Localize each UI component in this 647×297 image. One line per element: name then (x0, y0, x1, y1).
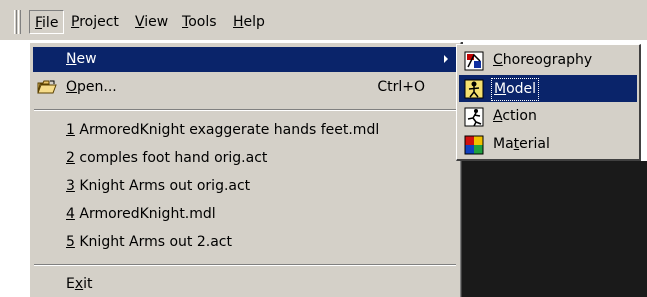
recent-file-item[interactable]: 2 comples foot hand orig.act (33, 146, 457, 171)
submenu-item-choreography[interactable]: Choreography (459, 47, 637, 74)
recent-file-item[interactable]: 3 Knight Arms out orig.act (33, 174, 457, 199)
menu-file[interactable]: File (29, 10, 65, 34)
menu-help-rest: elp (243, 14, 265, 30)
recent-file-number: 5 (66, 234, 75, 250)
choreography-icon (464, 51, 484, 71)
menu-file-accel: F (35, 15, 43, 31)
submenu-item-action[interactable]: Action (459, 103, 637, 130)
submenu-accel: M (494, 81, 507, 97)
submenu-item-model-label: Model (491, 78, 540, 101)
recent-file-item[interactable]: 1 ArmoredKnight exaggerate hands feet.md… (33, 118, 457, 143)
submenu-item-model[interactable]: Model (459, 75, 637, 102)
menu-item-open-label: Open... (66, 79, 117, 95)
toolbar-grip[interactable] (14, 10, 17, 34)
toolbar-grip-2[interactable] (18, 10, 21, 34)
menu-item-exit-label: Exit (66, 276, 93, 292)
recent-file-name: Knight Arms out orig.act (74, 178, 251, 194)
submenu-accel: A (493, 108, 503, 124)
menu-project[interactable]: Project (66, 10, 124, 34)
recent-file-label: 4 ArmoredKnight.mdl (66, 202, 216, 227)
recent-file-label: 5 Knight Arms out 2.act (66, 230, 232, 255)
open-folder-icon (37, 80, 57, 94)
recent-file-label: 1 ArmoredKnight exaggerate hands feet.md… (66, 118, 379, 143)
recent-file-number: 1 (66, 122, 75, 138)
material-icon (464, 135, 484, 155)
menu-project-rest: roject (79, 14, 119, 30)
new-submenu: Choreography Model Action Material (456, 44, 641, 161)
submenu-accel: C (493, 52, 503, 68)
submenu-item-action-label: Action (493, 108, 537, 124)
menu-item-exit[interactable]: Exit (33, 272, 457, 297)
menu-item-open-accel: O (66, 79, 78, 95)
recent-file-number: 2 (66, 150, 75, 166)
menu-view-accel: V (135, 14, 145, 30)
file-menu-dropdown: New Open... Ctrl+O 1 ArmoredKnight exagg… (29, 42, 461, 297)
model-icon (464, 79, 484, 99)
recent-file-name: Knight Arms out 2.act (74, 234, 232, 250)
menu-view-rest: iew (144, 14, 169, 30)
recent-file-name: comples foot hand orig.act (74, 150, 268, 166)
menu-item-new-label: New (66, 51, 97, 67)
menu-item-new-accel: N (66, 51, 77, 67)
recent-file-name: ArmoredKnight exaggerate hands feet.mdl (74, 122, 380, 138)
menu-item-exit-accel: x (74, 276, 84, 292)
menu-tools-rest: ools (188, 14, 217, 30)
recent-file-number: 4 (66, 206, 75, 222)
submenu-arrow-icon (444, 55, 448, 63)
menu-item-open-shortcut: Ctrl+O (377, 79, 425, 95)
recent-file-item[interactable]: 5 Knight Arms out 2.act (33, 230, 457, 255)
menu-project-accel: P (71, 14, 80, 30)
menu-separator (34, 264, 456, 266)
menu-tools[interactable]: Tools (177, 10, 222, 34)
recent-file-number: 3 (66, 178, 75, 194)
menu-bar: File Project View Tools Help (0, 0, 647, 40)
submenu-item-choreography-label: Choreography (493, 52, 593, 68)
recent-file-item[interactable]: 4 ArmoredKnight.mdl (33, 202, 457, 227)
action-icon (464, 107, 484, 127)
recent-file-label: 3 Knight Arms out orig.act (66, 174, 250, 199)
submenu-accel: t (513, 136, 520, 152)
menu-separator (34, 109, 456, 111)
recent-file-name: ArmoredKnight.mdl (74, 206, 216, 222)
recent-file-label: 2 comples foot hand orig.act (66, 146, 267, 171)
menu-help[interactable]: Help (228, 10, 270, 34)
menu-item-new[interactable]: New (33, 47, 457, 72)
submenu-item-material[interactable]: Material (459, 131, 637, 158)
menu-file-rest: ile (42, 15, 59, 31)
submenu-item-material-label: Material (493, 136, 550, 152)
menu-view[interactable]: View (130, 10, 173, 34)
submenu-shadow (462, 161, 647, 297)
menu-item-open[interactable]: Open... Ctrl+O (33, 75, 457, 100)
menu-help-accel: H (233, 14, 244, 30)
